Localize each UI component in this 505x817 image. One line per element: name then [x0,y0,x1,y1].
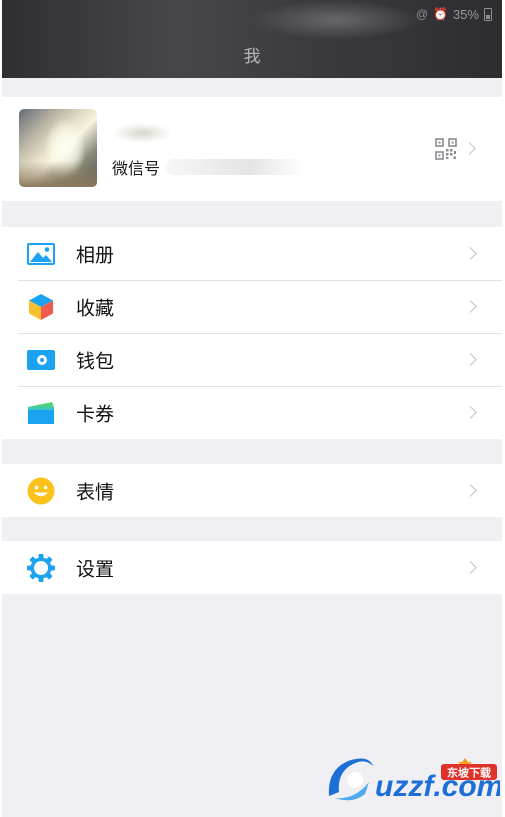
avatar[interactable] [19,109,97,187]
menu-item-label: 钱包 [76,350,115,372]
settings-gear-icon [27,553,55,582]
favorites-icon [29,293,53,320]
chevron-right-icon [464,247,477,260]
menu-item-wallet[interactable]: 钱包 [2,333,502,386]
wechat-id-label: 微信号 [112,159,161,178]
cards-icon [28,401,54,424]
chevron-right-icon [464,300,477,313]
chevron-right-icon [464,484,477,497]
menu-item-settings[interactable]: 设置 [2,541,502,594]
wechat-id-redacted [166,159,307,175]
nickname-redacted [112,123,172,143]
chevron-right-icon [464,561,477,574]
menu-item-stickers[interactable]: 表情 [2,464,502,517]
qrcode-icon[interactable] [435,138,457,160]
watermark-text: uzzf.com [375,770,500,803]
alarm-icon: ⏰ [433,7,448,21]
menu-group-settings: 设置 [2,541,502,594]
menu-item-cards[interactable]: 卡券 [2,386,502,439]
menu-item-label: 设置 [76,558,115,580]
menu-item-label: 表情 [76,481,115,503]
me-screen: @ ⏰ 35% 我 微信号 相册 收藏 钱包 卡券 表情 设置 东坡下载 uzz… [2,0,502,817]
uzzf-watermark-logo: 东坡下载 uzzf.com [328,758,500,803]
menu-group-main: 相册 收藏 钱包 卡券 [2,227,502,439]
menu-item-label: 相册 [76,244,115,266]
battery-icon [484,7,492,21]
profile-chevron-right-icon [463,142,476,155]
wallet-icon [27,349,55,370]
profile-card[interactable]: 微信号 [2,97,502,201]
menu-item-favorites[interactable]: 收藏 [2,280,502,333]
chevron-right-icon [464,406,477,419]
battery-percentage: 35% [452,6,479,22]
status-bar: @ ⏰ 35% [416,5,492,23]
top-header: @ ⏰ 35% 我 [2,0,502,78]
menu-group-stickers: 表情 [2,464,502,517]
smiley-icon [27,477,55,504]
menu-item-album[interactable]: 相册 [2,227,502,280]
menu-item-label: 收藏 [76,297,115,319]
wechat-id-row: 微信号 [112,155,307,179]
page-title: 我 [243,47,261,67]
chevron-right-icon [464,353,477,366]
at-sign-icon: @ [415,7,429,21]
album-icon [27,242,55,265]
menu-item-label: 卡券 [76,403,115,425]
